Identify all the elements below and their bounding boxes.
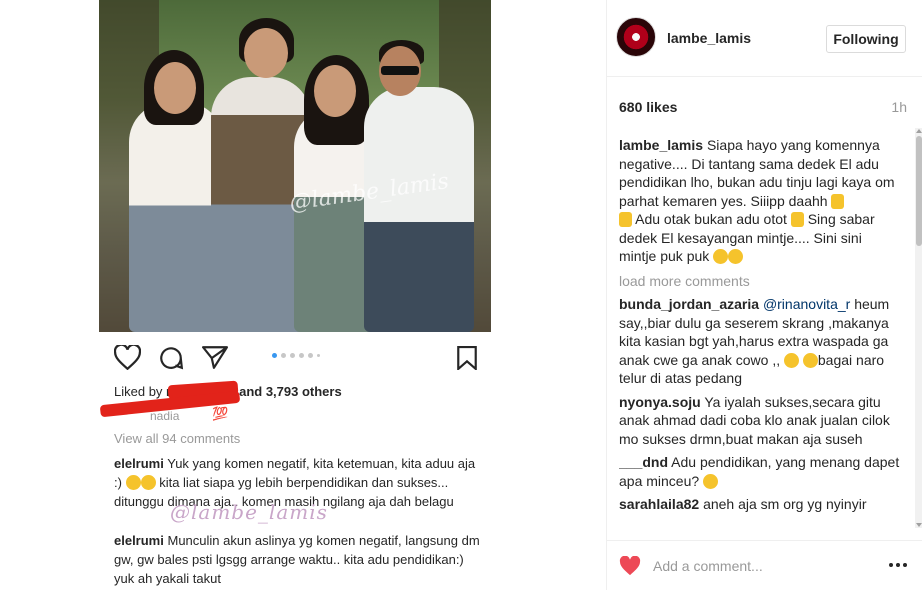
list-item: bunda_jordan_azaria @rinanovita_r heum s… (619, 296, 890, 386)
post-username[interactable]: lambe_lamis (667, 30, 751, 46)
caption-username[interactable]: lambe_lamis (619, 137, 703, 153)
share-icon (202, 346, 228, 369)
list-item: sarahlaila82 aneh aja sm org yg nyinyir (619, 496, 867, 512)
post-time: 1h (891, 99, 907, 115)
post-photo: @lambe_lamis (99, 0, 491, 332)
view-all-comments: View all 94 comments (114, 431, 241, 446)
add-comment-input[interactable]: Add a comment... (653, 558, 763, 574)
carousel-dots (272, 353, 320, 358)
following-button[interactable]: Following (826, 25, 906, 53)
load-more-comments[interactable]: load more comments (619, 272, 901, 291)
post-image-area: @lambe_lamis Liked by milxxxxxxx and 3,7… (0, 0, 592, 590)
list-item: ___dnd Adu pendidikan, yang menang dapet… (619, 454, 900, 489)
screenshot-comment: elelrumi Munculin akun aslinya yg komen … (114, 533, 480, 586)
comments-list: lambe_lamis Siapa hayo yang komennya neg… (619, 136, 901, 528)
comment-icon (160, 347, 184, 370)
heart-icon[interactable] (619, 556, 641, 576)
comment-bar: Add a comment... (607, 540, 922, 591)
likes-count[interactable]: 680 likes (619, 99, 677, 115)
bookmark-icon (457, 346, 477, 370)
caption: lambe_lamis Siapa hayo yang komennya neg… (619, 137, 895, 264)
comments-scrollbar[interactable] (915, 128, 922, 528)
screenshot-watermark: @lambe_lamis (170, 500, 328, 524)
more-icon[interactable] (889, 563, 907, 567)
post-header: lambe_lamis Following (607, 0, 922, 76)
post-sidebar: lambe_lamis Following 680 likes 1h lambe… (606, 0, 922, 590)
list-item: nyonya.soju Ya iyalah sukses,secara gitu… (619, 393, 890, 447)
heart-icon (114, 345, 141, 370)
lips-avatar[interactable] (616, 17, 656, 57)
